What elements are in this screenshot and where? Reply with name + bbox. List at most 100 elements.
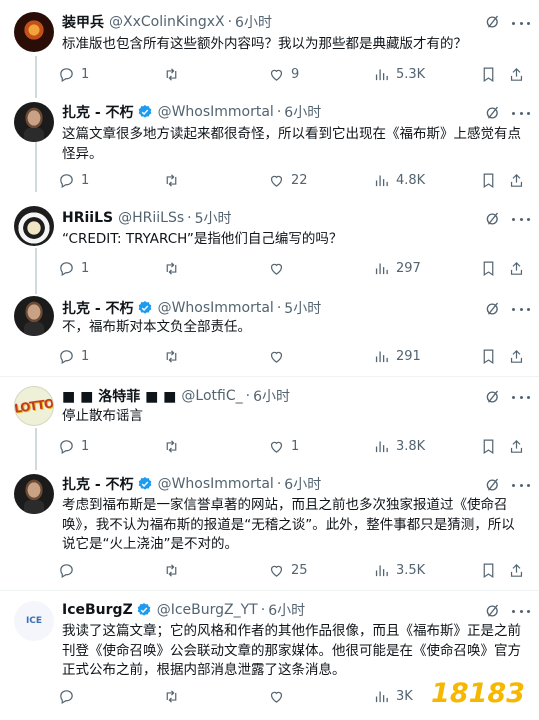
like-button[interactable] <box>268 258 291 278</box>
user-handle[interactable]: @XxColinKingxX <box>109 14 225 30</box>
bookmark-icon <box>483 67 494 82</box>
separator-dot: · <box>276 476 282 492</box>
timestamp[interactable]: 6小时 <box>253 386 290 406</box>
grok-icon[interactable] <box>484 388 502 406</box>
share-button[interactable] <box>508 436 525 456</box>
share-icon <box>510 349 523 363</box>
share-button[interactable] <box>508 346 525 366</box>
tweet-header: IceBurgZ @IceBurgZ_YT · 6小时 <box>62 600 305 620</box>
grok-icon[interactable] <box>484 476 502 494</box>
timestamp[interactable]: 6小时 <box>235 12 272 32</box>
more-icon[interactable] <box>512 602 530 620</box>
display-name[interactable]: 装甲兵 <box>62 12 104 32</box>
more-icon[interactable] <box>512 104 530 122</box>
grok-icon[interactable] <box>484 602 502 620</box>
display-name[interactable]: HRiiLS <box>62 210 113 226</box>
timestamp[interactable]: 6小时 <box>284 102 321 122</box>
more-icon[interactable] <box>512 388 530 406</box>
avatar[interactable] <box>14 474 54 514</box>
like-icon <box>270 565 283 577</box>
retweet-button[interactable] <box>163 64 186 84</box>
avatar[interactable] <box>14 206 54 246</box>
reply-icon <box>60 439 73 454</box>
views-button[interactable]: 3K <box>373 686 413 706</box>
more-icon[interactable] <box>512 210 530 228</box>
verified-badge-icon <box>138 301 151 314</box>
tweet[interactable]: 装甲兵 @XxColinKingxX · 6小时 标准版也包含所有这些额外内容吗… <box>0 0 539 98</box>
reply-button[interactable]: 1 <box>58 64 89 84</box>
bookmark-button[interactable] <box>480 346 497 366</box>
display-name[interactable]: 扎克 - 不朽 <box>62 474 134 494</box>
like-button[interactable]: 25 <box>268 560 308 580</box>
like-button[interactable]: 22 <box>268 170 308 190</box>
reply-button[interactable] <box>58 560 81 580</box>
reply-button[interactable] <box>58 686 81 706</box>
bookmark-button[interactable] <box>480 560 497 580</box>
more-icon[interactable] <box>512 476 530 494</box>
display-name[interactable]: IceBurgZ <box>62 602 133 618</box>
like-button[interactable]: 1 <box>268 436 299 456</box>
retweet-button[interactable] <box>163 258 186 278</box>
like-button[interactable]: 9 <box>268 64 299 84</box>
views-button[interactable]: 291 <box>373 346 421 366</box>
tweet[interactable]: 扎克 - 不朽 @WhosImmortal · 6小时 这篇文章很多地方读起来都… <box>0 98 539 202</box>
reply-count: 1 <box>81 172 90 188</box>
views-button[interactable]: 5.3K <box>373 64 425 84</box>
bookmark-button[interactable] <box>480 258 497 278</box>
retweet-button[interactable] <box>163 560 186 580</box>
reply-button[interactable]: 1 <box>58 258 89 278</box>
retweet-button[interactable] <box>163 436 186 456</box>
tweet-actions: 25 3.5K <box>58 560 528 580</box>
views-button[interactable]: 3.8K <box>373 436 425 456</box>
retweet-button[interactable] <box>163 686 186 706</box>
grok-icon[interactable] <box>484 210 502 228</box>
tweet[interactable]: LOTTO ■ ■ 洛特菲 ■ ■ @LotfiC_ · 6小时 停止散布谣言 … <box>0 377 539 470</box>
views-button[interactable]: 3.5K <box>373 560 425 580</box>
display-name[interactable]: 扎克 - 不朽 <box>62 298 134 318</box>
user-handle[interactable]: @HRiiLSs <box>118 210 184 226</box>
timestamp[interactable]: 5小时 <box>195 208 232 228</box>
share-icon <box>510 67 523 81</box>
display-name[interactable]: ■ ■ 洛特菲 ■ ■ <box>62 386 176 406</box>
user-handle[interactable]: @WhosImmortal <box>158 476 274 492</box>
timestamp[interactable]: 6小时 <box>284 474 321 494</box>
share-button[interactable] <box>508 560 525 580</box>
share-button[interactable] <box>508 170 525 190</box>
reply-button[interactable]: 1 <box>58 346 89 366</box>
share-button[interactable] <box>508 64 525 84</box>
timestamp[interactable]: 6小时 <box>268 600 305 620</box>
retweet-button[interactable] <box>163 170 186 190</box>
user-handle[interactable]: @WhosImmortal <box>158 300 274 316</box>
reply-button[interactable]: 1 <box>58 436 89 456</box>
like-button[interactable] <box>268 686 291 706</box>
user-handle[interactable]: @IceBurgZ_YT <box>157 602 258 618</box>
bookmark-button[interactable] <box>480 436 497 456</box>
display-name[interactable]: 扎克 - 不朽 <box>62 102 134 122</box>
avatar[interactable] <box>14 296 54 336</box>
tweet[interactable]: 扎克 - 不朽 @WhosImmortal · 5小时 不，福布斯对本文负全部责… <box>0 294 539 374</box>
retweet-icon <box>166 67 177 81</box>
timestamp[interactable]: 5小时 <box>284 298 321 318</box>
bookmark-button[interactable] <box>480 64 497 84</box>
grok-icon[interactable] <box>484 104 502 122</box>
tweet[interactable]: 扎克 - 不朽 @WhosImmortal · 6小时 考虑到福布斯是一家信誉卓… <box>0 470 539 590</box>
bookmark-button[interactable] <box>480 170 497 190</box>
separator-dot: · <box>245 388 251 404</box>
more-icon[interactable] <box>512 300 530 318</box>
views-button[interactable]: 297 <box>373 258 421 278</box>
tweet[interactable]: HRiiLS @HRiiLSs · 5小时 “CREDIT: TRYARCH”是… <box>0 202 539 294</box>
user-handle[interactable]: @LotfiC_ <box>181 388 242 404</box>
retweet-button[interactable] <box>163 346 186 366</box>
avatar[interactable] <box>14 12 54 52</box>
avatar[interactable]: ICE <box>14 601 54 641</box>
grok-icon[interactable] <box>484 300 502 318</box>
views-button[interactable]: 4.8K <box>373 170 425 190</box>
grok-icon[interactable] <box>484 13 502 31</box>
share-button[interactable] <box>508 258 525 278</box>
reply-button[interactable]: 1 <box>58 170 89 190</box>
like-button[interactable] <box>268 346 291 366</box>
user-handle[interactable]: @WhosImmortal <box>158 104 274 120</box>
avatar[interactable] <box>14 102 54 142</box>
more-icon[interactable] <box>512 14 530 32</box>
avatar[interactable]: LOTTO <box>14 386 54 426</box>
